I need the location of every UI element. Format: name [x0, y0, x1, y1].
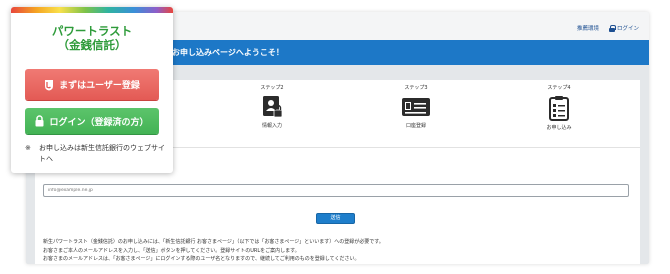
clipboard-checklist-icon: [549, 96, 569, 121]
rainbow-stripe: [11, 7, 173, 13]
lock-icon: [608, 24, 616, 32]
description-line: お客さまのメールアドレスは、「お客さまページ」にログインする際のユーザ名となりま…: [43, 256, 360, 262]
card-title-line: パワートラスト: [51, 24, 133, 38]
note-text: お申し込みは新生信託銀行のウェブサイトへ: [39, 144, 165, 163]
step-label: 情報入力: [261, 123, 282, 129]
step-2: ステップ2 情報入力: [242, 84, 302, 129]
step-title: ステップ2: [260, 85, 284, 91]
login-button[interactable]: ログイン（登録済の方）: [25, 108, 159, 134]
top-login-label: ログイン: [616, 26, 639, 32]
promo-card: パワートラスト （金銭信託） まずはユーザー登録 ログイン（登録済の方） ※ お…: [11, 7, 173, 173]
recommended-env-label: 推薦環境: [576, 26, 599, 32]
submit-button[interactable]: 送信: [316, 213, 355, 224]
note-mark: ※: [25, 144, 31, 152]
register-label: まずはユーザー登録: [59, 81, 140, 91]
note: ※ お申し込みは新生信託銀行のウェブサイトへ: [25, 143, 165, 165]
description-line: 新生パワートラスト（金銭信託）のお申し込みには、「新生信託銀行 お客さまページ」…: [43, 239, 384, 245]
card-title: パワートラスト （金銭信託）: [11, 24, 173, 52]
top-login-link[interactable]: ログイン: [608, 24, 639, 32]
description-line: お客さまご本人のメールアドレスを入力し、「送信」ボタンを押してください。登録サイ…: [43, 247, 300, 254]
bank-card-icon: [402, 98, 430, 116]
top-links: 推薦環境 ログイン: [577, 24, 639, 32]
step-label: お申し込み: [546, 125, 572, 131]
lock-icon: [35, 115, 44, 127]
register-button[interactable]: まずはユーザー登録: [25, 69, 159, 100]
email-input[interactable]: [43, 184, 629, 197]
step-title: ステップ3: [404, 85, 428, 91]
card-title-line: （金銭信託）: [57, 38, 127, 52]
step-title: ステップ4: [547, 85, 571, 91]
step-label: 口座登録: [405, 123, 426, 129]
recommended-env-link[interactable]: 推薦環境: [577, 24, 599, 32]
id-card-lock-icon: [263, 96, 283, 118]
step-3: ステップ3 口座登録: [386, 84, 446, 129]
description: 新生パワートラスト（金銭信託）のお申し込みには、「新生信託銀行 お客さまページ」…: [43, 238, 633, 264]
user-register-icon: [45, 79, 54, 90]
step-4: ステップ4 お申し込み: [529, 84, 589, 131]
login-label: ログイン（登録済の方）: [49, 117, 149, 128]
